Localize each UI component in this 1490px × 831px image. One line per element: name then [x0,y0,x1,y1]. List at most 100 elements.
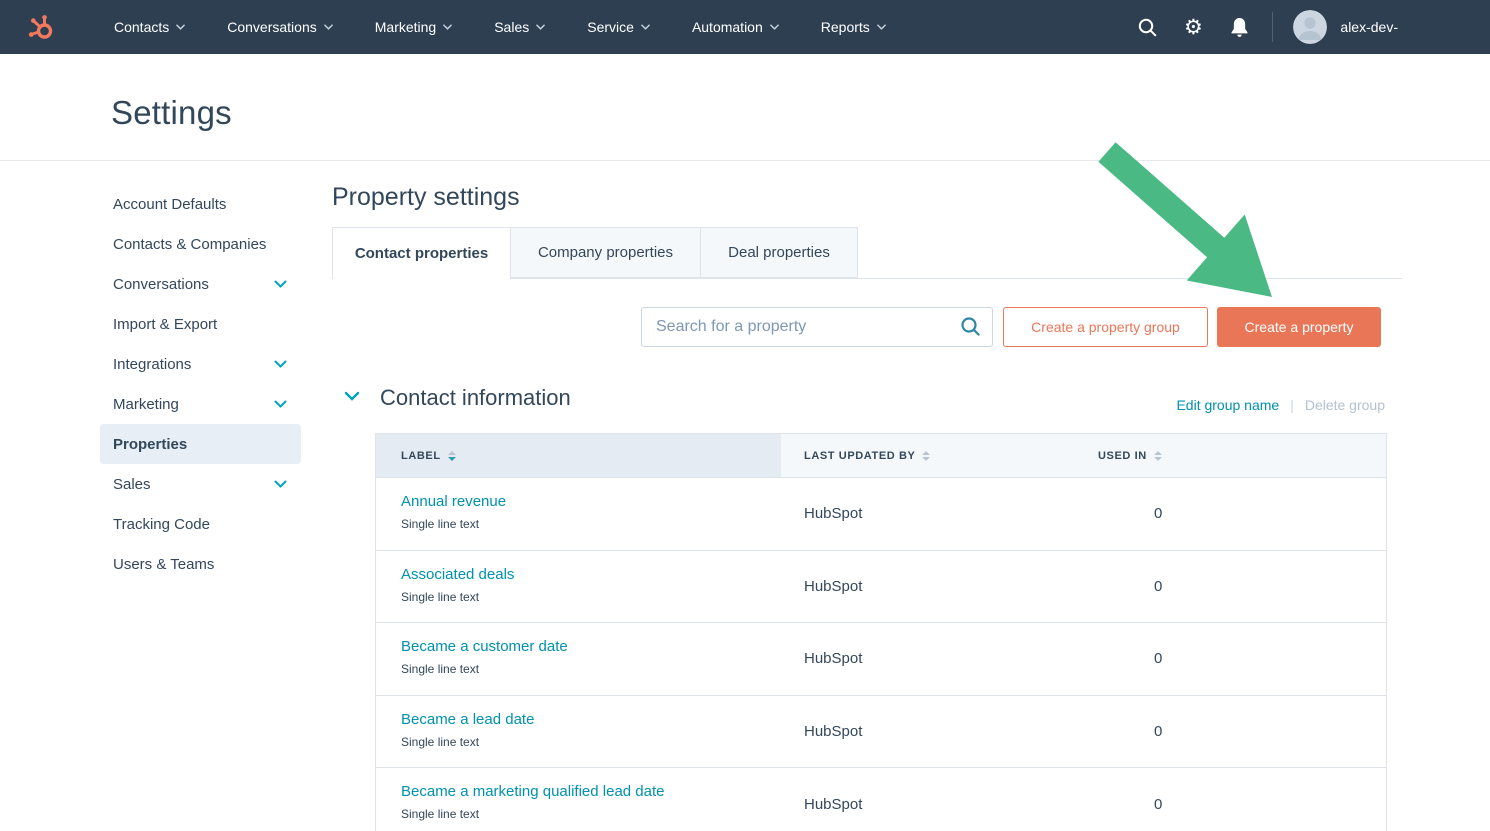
property-name-link[interactable]: Annual revenue [401,493,781,510]
nav-item-conversations[interactable]: Conversations [206,0,354,54]
last-updated-by-cell: HubSpot [781,623,1081,695]
properties-table: LABEL LAST UPDATED BY USED IN Annual rev… [375,433,1387,831]
property-cell: Became a marketing qualified lead date S… [376,768,781,831]
create-property-group-button[interactable]: Create a property group [1003,307,1208,347]
nav-label: Conversations [227,19,317,35]
nav-label: Automation [692,19,763,35]
property-name-link[interactable]: Became a marketing qualified lead date [401,783,781,800]
sort-icon [1154,451,1162,461]
chevron-down-icon [274,400,287,408]
property-type-label: Single line text [401,807,781,821]
sidebar-item-account-defaults[interactable]: Account Defaults [100,184,301,224]
nav-label: Marketing [375,19,436,35]
tab-label: Contact properties [355,245,488,262]
nav-item-automation[interactable]: Automation [671,0,800,54]
table-row: Became a lead date Single line text HubS… [376,696,1386,769]
column-header-text: LAST UPDATED BY [804,450,915,462]
create-property-button[interactable]: Create a property [1217,307,1381,347]
sort-icon [448,451,456,461]
table-row: Annual revenue Single line text HubSpot … [376,478,1386,551]
table-row: Associated deals Single line text HubSpo… [376,551,1386,624]
chevron-down-icon [536,24,545,30]
sidebar-item-import-export[interactable]: Import & Export [100,304,301,344]
sidebar-item-label: Contacts & Companies [113,236,266,253]
header-divider [0,160,1490,161]
sidebar-item-sales[interactable]: Sales [100,464,301,504]
page-title: Settings [111,94,232,132]
search-icon[interactable] [1136,15,1158,39]
sidebar-item-label: Tracking Code [113,516,210,533]
property-type-label: Single line text [401,590,781,604]
tab-deal-properties[interactable]: Deal properties [700,227,858,278]
chevron-down-icon [443,24,452,30]
nav-item-marketing[interactable]: Marketing [354,0,473,54]
property-name-link[interactable]: Became a customer date [401,638,781,655]
delete-group-link[interactable]: Delete group [1305,397,1385,413]
column-header-used-in[interactable]: USED IN [1081,434,1386,477]
tab-label: Deal properties [728,244,830,261]
sidebar-item-properties[interactable]: Properties [100,424,301,464]
column-header-last-updated-by[interactable]: LAST UPDATED BY [781,434,1081,477]
table-header-row: LABEL LAST UPDATED BY USED IN [376,434,1386,478]
nav-label: Contacts [114,19,169,35]
nav-right-controls: ⚙ alex-dev- [1112,10,1490,44]
nav-item-contacts[interactable]: Contacts [93,0,206,54]
chevron-down-icon [641,24,650,30]
last-updated-by-cell: HubSpot [781,768,1081,831]
tab-contact-properties[interactable]: Contact properties [332,227,511,279]
used-in-cell: 0 [1081,478,1386,550]
hubspot-logo-icon[interactable] [28,13,55,42]
avatar [1293,10,1327,44]
column-header-text: LABEL [401,450,441,462]
nav-item-sales[interactable]: Sales [473,0,566,54]
collapse-group-chevron-icon[interactable] [344,391,360,401]
top-nav: Contacts Conversations Marketing Sales S… [0,0,1490,54]
chevron-down-icon [274,480,287,488]
sidebar-item-tracking-code[interactable]: Tracking Code [100,504,301,544]
gear-icon[interactable]: ⚙ [1182,15,1204,39]
used-in-cell: 0 [1081,623,1386,695]
sidebar-item-label: Sales [113,476,151,493]
chevron-down-icon [877,24,886,30]
search-input[interactable] [641,307,993,347]
sidebar-item-label: Conversations [113,276,209,293]
property-type-label: Single line text [401,735,781,749]
sidebar-item-users-teams[interactable]: Users & Teams [100,544,301,584]
chevron-down-icon [274,280,287,288]
nav-item-reports[interactable]: Reports [800,0,907,54]
table-row: Became a customer date Single line text … [376,623,1386,696]
chevron-down-icon [770,24,779,30]
nav-item-service[interactable]: Service [566,0,671,54]
chevron-down-icon [274,360,287,368]
sidebar-item-label: Users & Teams [113,556,214,573]
property-tabs: Contact properties Company properties De… [332,227,858,279]
last-updated-by-cell: HubSpot [781,478,1081,550]
link-divider: | [1290,397,1294,413]
sidebar-item-conversations[interactable]: Conversations [100,264,301,304]
bell-icon[interactable] [1228,15,1250,39]
sidebar-item-marketing[interactable]: Marketing [100,384,301,424]
nav-menu: Contacts Conversations Marketing Sales S… [93,0,907,54]
hubspot-settings-screen: Contacts Conversations Marketing Sales S… [0,0,1490,831]
user-menu[interactable]: alex-dev- [1293,10,1398,44]
column-header-text: USED IN [1098,450,1147,462]
column-header-label[interactable]: LABEL [376,434,781,477]
tab-company-properties[interactable]: Company properties [510,227,701,278]
sidebar-item-contacts-companies[interactable]: Contacts & Companies [100,224,301,264]
used-in-cell: 0 [1081,768,1386,831]
property-cell: Annual revenue Single line text [376,478,781,550]
table-row: Became a marketing qualified lead date S… [376,768,1386,831]
property-cell: Became a customer date Single line text [376,623,781,695]
property-type-label: Single line text [401,662,781,676]
property-cell: Associated deals Single line text [376,551,781,623]
sidebar-item-integrations[interactable]: Integrations [100,344,301,384]
edit-group-name-link[interactable]: Edit group name [1176,397,1279,413]
search-icon[interactable] [960,316,981,337]
nav-label: Reports [821,19,870,35]
sidebar-item-label: Properties [113,436,187,453]
property-name-link[interactable]: Became a lead date [401,711,781,728]
used-in-cell: 0 [1081,551,1386,623]
last-updated-by-cell: HubSpot [781,551,1081,623]
property-name-link[interactable]: Associated deals [401,566,781,583]
username-label: alex-dev- [1340,19,1398,35]
